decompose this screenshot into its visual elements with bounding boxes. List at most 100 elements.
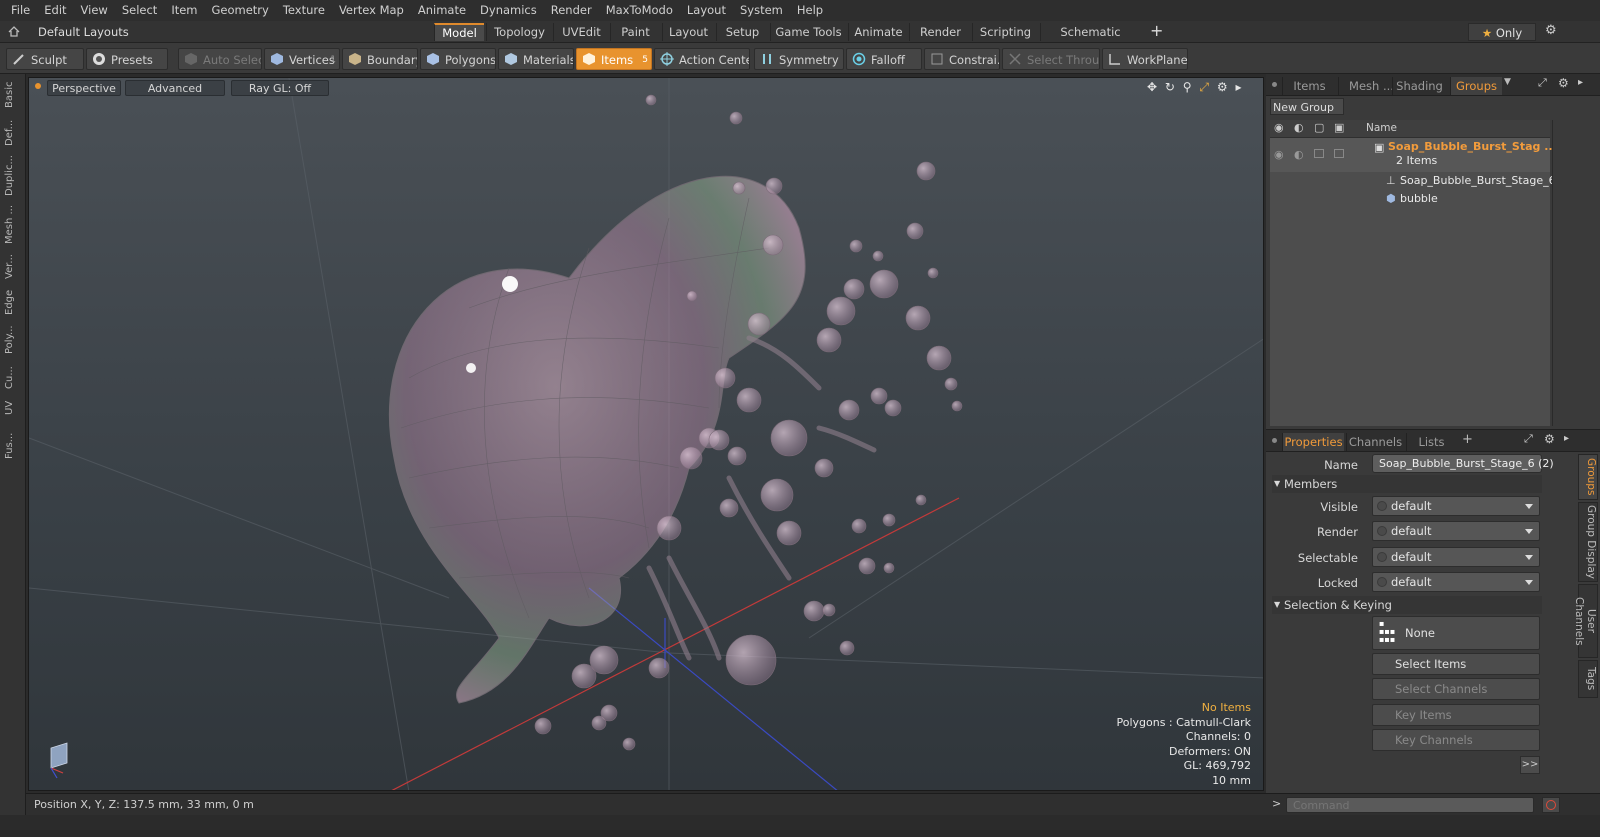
maximize-icon[interactable]: ⤢: [1538, 76, 1547, 90]
menu-item-item[interactable]: Item: [164, 0, 204, 21]
tree-scrollbar[interactable]: [1552, 120, 1560, 426]
selectable-dropdown[interactable]: default: [1372, 547, 1540, 567]
left-tab-1[interactable]: Def...: [4, 116, 22, 150]
auto-select-button[interactable]: Auto Select: [178, 48, 262, 70]
group-child-row[interactable]: ⊥ Soap_Bubble_Burst_Stage_6: [1270, 172, 1556, 190]
symmetry-button[interactable]: Symmetry: [754, 48, 844, 70]
left-tab-5[interactable]: Edge: [4, 288, 22, 316]
panel-gear-icon[interactable]: ⚙: [1558, 76, 1569, 90]
layout-tab-model[interactable]: Model: [434, 23, 484, 41]
menu-item-geometry[interactable]: Geometry: [205, 0, 276, 21]
menu-item-texture[interactable]: Texture: [276, 0, 332, 21]
panel-collapse-icon[interactable]: ▸: [1578, 77, 1583, 88]
select-toggle[interactable]: [1334, 149, 1344, 158]
falloff-button[interactable]: Falloff: [846, 48, 922, 70]
menu-item-dynamics[interactable]: Dynamics: [473, 0, 544, 21]
layout-selector[interactable]: Default Layouts ▼: [30, 23, 130, 56]
left-tab-8[interactable]: UV: [4, 396, 22, 420]
side-tab-user-channels[interactable]: User Channels: [1573, 584, 1598, 658]
shading-button[interactable]: Advanced: [125, 80, 225, 96]
polygons-button[interactable]: Polygons: [420, 48, 496, 70]
menu-item-maxtomodo[interactable]: MaxToModo: [599, 0, 680, 21]
left-tab-7[interactable]: Cu...: [4, 364, 22, 392]
left-tab-2[interactable]: Duplic...: [4, 154, 22, 198]
raygl-button[interactable]: Ray GL: Off: [231, 80, 329, 96]
presets-button[interactable]: Presets: [86, 48, 168, 70]
select-through-button[interactable]: Select Through: [1002, 48, 1100, 70]
layout-tab-topology[interactable]: Topology: [486, 23, 552, 41]
side-tab-group-display[interactable]: Group Display: [1578, 502, 1598, 582]
layout-tab-animate[interactable]: Animate: [848, 23, 908, 41]
tab-channels[interactable]: Channels: [1346, 433, 1404, 451]
key-items-button[interactable]: Key Items: [1372, 704, 1540, 726]
keyframe-dot-icon[interactable]: [1377, 552, 1387, 562]
render-icon[interactable]: ◐: [1294, 146, 1304, 164]
layout-tab-render[interactable]: Render: [909, 23, 971, 41]
select-icon[interactable]: ▣: [1334, 121, 1344, 134]
record-icon[interactable]: [1542, 797, 1560, 813]
gear-icon[interactable]: ⚙: [1545, 23, 1559, 39]
menu-item-edit[interactable]: Edit: [37, 0, 73, 21]
side-tab-groups[interactable]: Groups: [1578, 454, 1598, 500]
locked-dropdown[interactable]: default: [1372, 572, 1540, 592]
left-tab-0[interactable]: Basic: [4, 78, 22, 112]
workplane-button[interactable]: WorkPlane: [1102, 48, 1188, 70]
fit-view-icon[interactable]: ⤢: [1199, 80, 1209, 94]
menu-item-help[interactable]: Help: [790, 0, 830, 21]
panel-collapse-icon[interactable]: ▸: [1564, 433, 1569, 444]
sculpt-button[interactable]: Sculpt: [6, 48, 84, 70]
vertices-button[interactable]: Vertices 1: [264, 48, 340, 70]
eye-icon[interactable]: ◉: [1274, 146, 1284, 164]
viewport-menu-dot[interactable]: [35, 83, 41, 89]
new-group-button[interactable]: New Group: [1270, 98, 1344, 115]
layout-tab-schematic-fusion[interactable]: Schematic Fusion: [1040, 23, 1140, 57]
menu-item-animate[interactable]: Animate: [411, 0, 473, 21]
constraints-button[interactable]: Constrai...: [924, 48, 1000, 70]
left-tab-9[interactable]: Fus...: [4, 426, 22, 466]
left-tab-6[interactable]: Poly...: [4, 320, 22, 360]
tab-shading[interactable]: Shading: [1392, 77, 1446, 95]
view-mode-button[interactable]: Perspective: [47, 80, 121, 96]
group-child-row[interactable]: ⬢ bubble: [1270, 190, 1550, 208]
only-toggle[interactable]: ★ Only: [1468, 23, 1536, 41]
tab-menu-arrow-icon[interactable]: ▼: [1504, 77, 1511, 87]
menu-item-render[interactable]: Render: [544, 0, 599, 21]
lock-toggle[interactable]: [1314, 149, 1324, 158]
render-icon[interactable]: ◐: [1294, 121, 1304, 134]
layout-tab-paint[interactable]: Paint: [610, 23, 660, 41]
menu-item-select[interactable]: Select: [115, 0, 164, 21]
more-button[interactable]: >>: [1520, 756, 1540, 774]
menu-item-layout[interactable]: Layout: [680, 0, 733, 21]
tab-groups[interactable]: Groups: [1450, 77, 1502, 95]
panel-gear-icon[interactable]: ⚙: [1544, 432, 1555, 446]
zoom-icon[interactable]: ⚲: [1183, 80, 1192, 94]
menu-item-file[interactable]: File: [4, 0, 37, 21]
menu-item-vertex-map[interactable]: Vertex Map: [332, 0, 411, 21]
maximize-icon[interactable]: ⤢: [1524, 432, 1533, 446]
render-dropdown[interactable]: default: [1372, 521, 1540, 541]
materials-button[interactable]: Materials: [498, 48, 574, 70]
lock-icon[interactable]: ▢: [1314, 121, 1324, 134]
layout-tab-scripting[interactable]: Scripting: [972, 23, 1038, 41]
selection-section-header[interactable]: ▼ Selection & Keying: [1272, 596, 1542, 614]
visible-dropdown[interactable]: default: [1372, 496, 1540, 516]
layout-tab-layout[interactable]: Layout: [662, 23, 714, 41]
group-row[interactable]: ◉ ◐ ▣ Soap_Bubble_Burst_Stag ... 2 Items: [1270, 138, 1557, 172]
none-button[interactable]: ▪ ▪▪▪ ▪▪▪ None: [1372, 616, 1540, 650]
members-section-header[interactable]: ▼ Members: [1272, 475, 1542, 493]
boundary-button[interactable]: Boundary: [342, 48, 418, 70]
left-tab-4[interactable]: Ver...: [4, 250, 22, 284]
add-tab-icon[interactable]: +: [1462, 432, 1473, 447]
keyframe-dot-icon[interactable]: [1377, 501, 1387, 511]
rotate-view-icon[interactable]: ↻: [1165, 80, 1175, 94]
name-field[interactable]: Soap_Bubble_Burst_Stage_6 (2): [1372, 454, 1554, 473]
viewport-gear-icon[interactable]: ⚙: [1217, 80, 1228, 94]
items-button[interactable]: Items 5: [576, 48, 652, 70]
tab-items[interactable]: Items: [1282, 77, 1336, 95]
layout-tab-setup[interactable]: Setup: [716, 23, 768, 41]
menu-item-system[interactable]: System: [733, 0, 790, 21]
side-tab-tags[interactable]: Tags: [1578, 660, 1598, 698]
keyframe-dot-icon[interactable]: [1377, 577, 1387, 587]
eye-icon[interactable]: ◉: [1274, 121, 1284, 134]
move-view-icon[interactable]: ✥: [1147, 80, 1157, 94]
